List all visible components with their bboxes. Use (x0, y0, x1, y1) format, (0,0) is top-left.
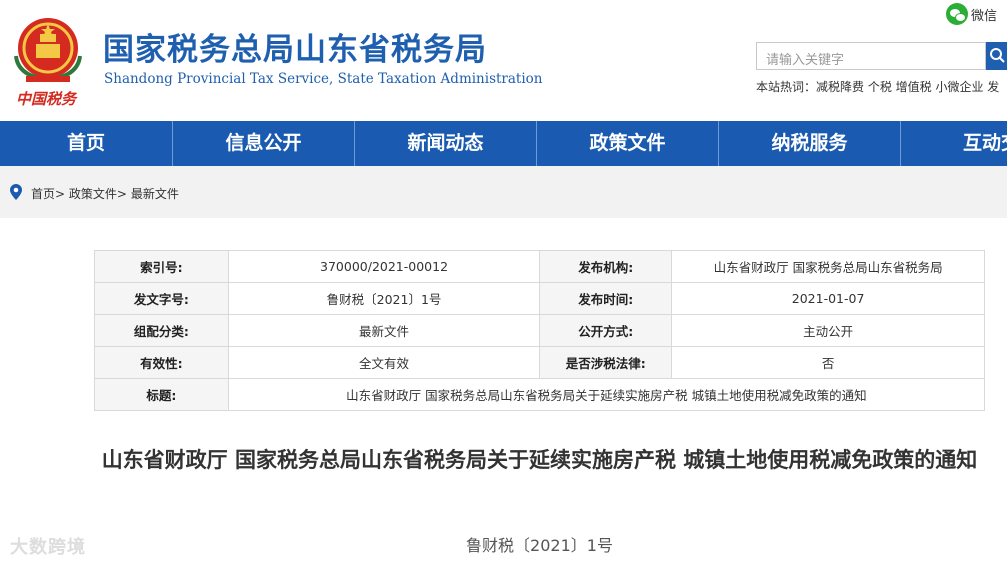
search-input[interactable]: 请输入关键字 (756, 42, 986, 70)
subject-label: 标题: (94, 378, 229, 411)
nav-item-policy[interactable]: 政策文件 (537, 121, 719, 166)
validity-label: 有效性: (94, 346, 229, 379)
subject-value: 山东省财政厅 国家税务总局山东省税务局关于延续实施房产税 城镇土地使用税减免政策… (227, 378, 986, 411)
nav-item-news[interactable]: 新闻动态 (355, 121, 537, 166)
document-meta-table: 索引号: 370000/2021-00012 发布机构: 山东省财政厅 国家税务… (94, 250, 986, 411)
wechat-icon (946, 3, 968, 25)
publish-date-value: 2021-01-07 (671, 282, 985, 315)
breadcrumb-separator: > (116, 187, 127, 201)
breadcrumb-home[interactable]: 首页 (31, 187, 55, 201)
breadcrumb-separator: > (55, 187, 66, 201)
location-pin-icon (10, 184, 22, 200)
publisher-label: 发布机构: (539, 250, 673, 283)
nav-item-home[interactable]: 首页 (0, 121, 173, 166)
publisher-value: 山东省财政厅 国家税务总局山东省税务局 (671, 250, 985, 283)
nav-item-info[interactable]: 信息公开 (173, 121, 355, 166)
search-icon (990, 48, 1005, 63)
category-label: 组配分类: (94, 314, 229, 347)
breadcrumb-latest[interactable]: 最新文件 (131, 187, 179, 201)
wechat-label: 微信 (971, 8, 998, 24)
validity-value: 全文有效 (227, 346, 541, 379)
search-button[interactable] (986, 42, 1007, 70)
open-mode-value: 主动公开 (671, 314, 985, 347)
breadcrumb-policy[interactable]: 政策文件 (69, 187, 117, 201)
logo-text: 中国税务 (16, 90, 77, 108)
nav-item-interact[interactable]: 互动交 (901, 121, 1007, 166)
index-no-label: 索引号: (94, 250, 229, 283)
tax-law-label: 是否涉税法律: (539, 346, 673, 379)
watermark: 大数跨境 (10, 537, 86, 558)
tax-law-value: 否 (671, 346, 985, 379)
tax-emblem-logo[interactable]: 中国税务 (8, 10, 88, 110)
index-no-value: 370000/2021-00012 (227, 250, 541, 283)
article-title: 山东省财政厅 国家税务总局山东省税务局关于延续实施房产税 城镇土地使用税减免政策… (101, 448, 978, 472)
hot-words[interactable]: 本站热词：减税降费 个税 增值税 小微企业 发 (756, 78, 999, 95)
site-title[interactable]: 国家税务总局山东省税务局 (103, 24, 487, 69)
article-doc-no: 鲁财税〔2021〕1号 (466, 536, 613, 555)
doc-no-label: 发文字号: (94, 282, 229, 315)
wechat-link[interactable]: 微信 (946, 3, 997, 25)
open-mode-label: 公开方式: (539, 314, 673, 347)
breadcrumb: 首页> 政策文件> 最新文件 (0, 166, 1007, 218)
site-subtitle: Shandong Provincial Tax Service, State T… (104, 71, 543, 87)
site-header: 中国税务 国家税务总局山东省税务局 Shandong Provincial Ta… (0, 0, 1007, 121)
category-value: 最新文件 (227, 314, 541, 347)
main-nav: 首页 信息公开 新闻动态 政策文件 纳税服务 互动交 (0, 121, 1007, 166)
publish-date-label: 发布时间: (539, 282, 673, 315)
doc-no-value: 鲁财税〔2021〕1号 (227, 282, 541, 315)
nav-item-service[interactable]: 纳税服务 (719, 121, 901, 166)
